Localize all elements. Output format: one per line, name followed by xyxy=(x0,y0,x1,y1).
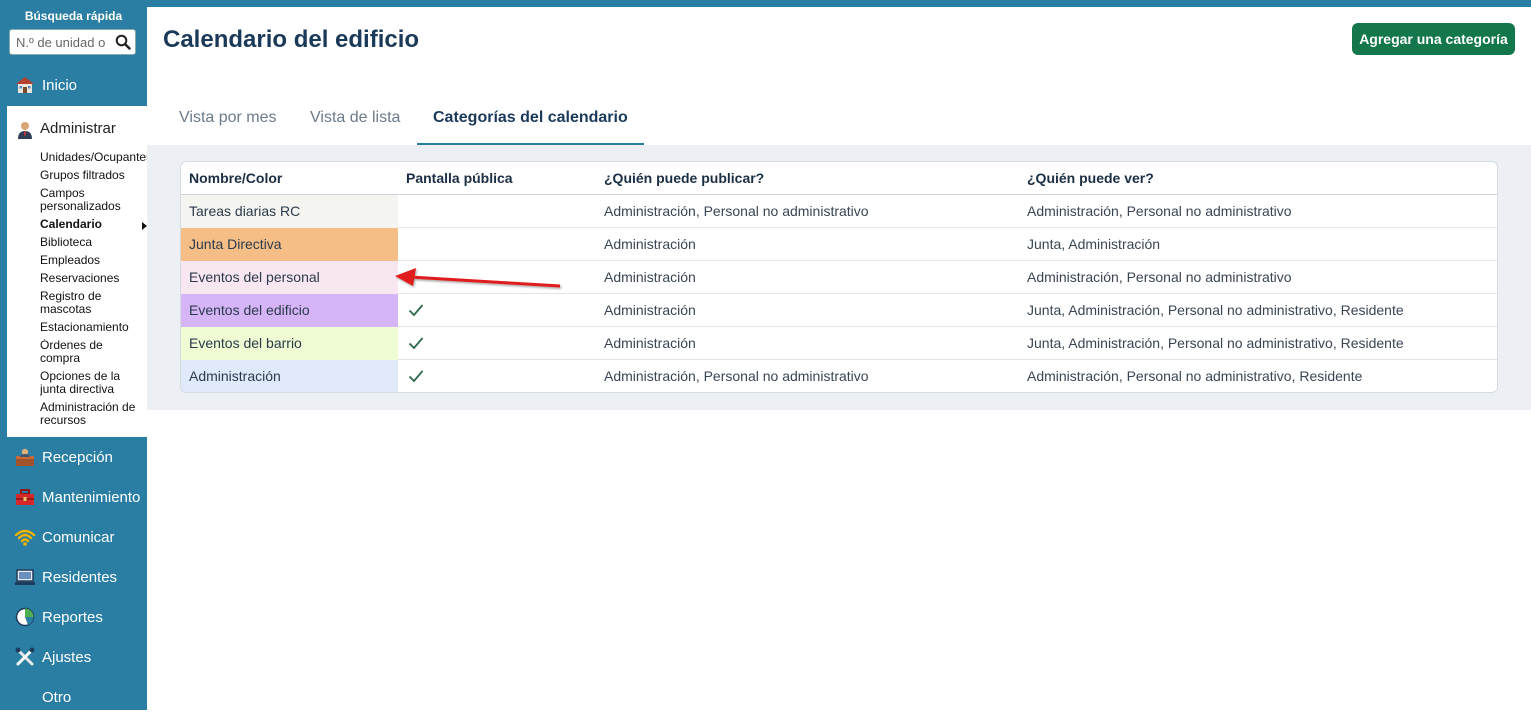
sidebar-item-label: Mantenimiento xyxy=(42,488,141,506)
sidebar-item-comunicar[interactable]: Comunicar xyxy=(0,522,147,552)
category-name-color-cell[interactable]: Tareas diarias RC xyxy=(181,195,398,228)
search-icon[interactable] xyxy=(115,34,131,50)
home-icon xyxy=(14,75,36,95)
sidebar-item-label: Recepción xyxy=(42,448,113,466)
who-can-publish-cell: Administración xyxy=(604,269,696,285)
add-category-button[interactable]: Agregar una categoría xyxy=(1352,23,1515,55)
who-can-publish-cell: Administración xyxy=(604,236,696,252)
submenu-item-opciones-junta[interactable]: Opciones de la junta directiva xyxy=(40,370,130,396)
category-name-color-cell[interactable]: Eventos del personal xyxy=(181,261,398,294)
sidebar-item-mantenimiento[interactable]: Mantenimiento xyxy=(0,482,147,512)
sidebar-item-label: Administrar xyxy=(40,120,116,137)
category-name-color-cell[interactable]: Junta Directiva xyxy=(181,228,398,261)
table-row[interactable]: Eventos del barrio Administración Junta, A… xyxy=(181,327,1497,360)
table-row[interactable]: Eventos del personal Administración Admini… xyxy=(181,261,1497,294)
submenu-item-empleados[interactable]: Empleados xyxy=(40,254,150,267)
sidebar-item-label: Comunicar xyxy=(42,528,115,546)
checkmark-icon xyxy=(408,370,424,383)
sidebar-item-administrar[interactable]: Administrar xyxy=(7,116,147,142)
table-header: Nombre/Color Pantalla pública ¿Quién pue… xyxy=(181,162,1497,195)
submenu-item-biblioteca[interactable]: Biblioteca xyxy=(40,236,150,249)
toolbox-icon xyxy=(14,487,36,507)
submenu-item-unidades[interactable]: Unidades/Ocupantes xyxy=(40,151,150,164)
column-header-quien-ve: ¿Quién puede ver? xyxy=(1027,170,1154,186)
quick-search-box xyxy=(9,29,136,55)
sidebar-item-inicio[interactable]: Inicio xyxy=(0,70,147,100)
submenu-item-registro-mascotas[interactable]: Registro de mascotas xyxy=(40,290,120,316)
sidebar: Búsqueda rápida Inicio xyxy=(0,0,150,712)
who-can-publish-cell: Administración, Personal no administrati… xyxy=(604,203,869,219)
tab-categorias-del-calendario[interactable]: Categorías del calendario xyxy=(417,96,644,145)
who-can-view-cell: Administración, Personal no administrati… xyxy=(1027,203,1292,219)
category-name-color-cell[interactable]: Eventos del barrio xyxy=(181,327,398,360)
quick-search-label: Búsqueda rápida xyxy=(24,9,123,23)
who-can-publish-cell: Administración xyxy=(604,335,696,351)
sidebar-item-label: Ajustes xyxy=(42,648,92,666)
category-name-color-cell[interactable]: Administración xyxy=(181,360,398,392)
column-header-quien-publica: ¿Quién puede publicar? xyxy=(604,170,765,186)
submenu-item-reservaciones[interactable]: Reservaciones xyxy=(40,272,150,285)
sidebar-item-ajustes[interactable]: Ajustes xyxy=(0,642,147,672)
sidebar-item-label: Inicio xyxy=(42,76,78,94)
sidebar-item-otro[interactable]: Otro xyxy=(0,682,147,712)
submenu-item-calendario[interactable]: Calendario xyxy=(40,218,150,231)
who-can-publish-cell: Administración, Personal no administrati… xyxy=(604,368,869,384)
who-can-view-cell: Administración, Personal no administrati… xyxy=(1027,269,1292,285)
table-row[interactable]: Administración Administración, Personal n… xyxy=(181,360,1497,392)
checkmark-icon xyxy=(408,337,424,350)
page-title: Calendario del edificio xyxy=(163,26,420,53)
who-can-view-cell: Junta, Administración xyxy=(1027,236,1161,252)
who-can-view-cell: Junta, Administración, Personal no admin… xyxy=(1027,335,1404,351)
admin-user-icon xyxy=(14,120,36,140)
table-row[interactable]: Junta Directiva Administración Junta, Admi… xyxy=(181,228,1497,261)
pie-chart-icon xyxy=(14,607,36,627)
submenu-item-ordenes-compra[interactable]: Órdenes de compra xyxy=(40,339,120,365)
admin-submenu-panel: Administrar Unidades/Ocupantes Grupos fi… xyxy=(7,106,150,437)
sidebar-item-label: Residentes xyxy=(42,568,118,586)
tools-icon xyxy=(14,647,36,667)
wifi-icon xyxy=(14,527,36,547)
tab-vista-por-mes[interactable]: Vista por mes xyxy=(179,96,277,145)
residents-icon xyxy=(14,567,36,587)
submenu-item-estacionamiento[interactable]: Estacionamiento xyxy=(40,321,150,334)
submenu-item-grupos-filtrados[interactable]: Grupos filtrados xyxy=(40,169,150,182)
who-can-publish-cell: Administración xyxy=(604,302,696,318)
who-can-view-cell: Junta, Administración, Personal no admin… xyxy=(1027,302,1404,318)
tab-vista-de-lista[interactable]: Vista de lista xyxy=(310,96,400,145)
column-header-nombre-color: Nombre/Color xyxy=(189,170,283,186)
submenu-item-administracion-recursos[interactable]: Administración de recursos xyxy=(40,401,140,427)
top-accent-bar xyxy=(0,0,1531,7)
sidebar-item-label: Reportes xyxy=(42,608,103,626)
who-can-view-cell: Administración, Personal no administrati… xyxy=(1027,368,1363,384)
sidebar-item-recepcion[interactable]: Recepción xyxy=(0,442,147,472)
sidebar-item-label: Otro xyxy=(42,688,72,706)
category-name-color-cell[interactable]: Eventos del edificio xyxy=(181,294,398,327)
sidebar-item-reportes[interactable]: Reportes xyxy=(0,602,147,632)
table-row[interactable]: Eventos del edificio Administración Junta,… xyxy=(181,294,1497,327)
checkmark-icon xyxy=(408,304,424,317)
quick-search-input[interactable] xyxy=(10,30,112,54)
column-header-pantalla-publica: Pantalla pública xyxy=(406,170,513,186)
table-row[interactable]: Tareas diarias RC Administración, Persona… xyxy=(181,195,1497,228)
front-desk-icon xyxy=(14,447,36,467)
sidebar-item-residentes[interactable]: Residentes xyxy=(0,562,147,592)
categories-table: Nombre/Color Pantalla pública ¿Quién pue… xyxy=(180,161,1498,393)
submenu-item-campos-personalizados[interactable]: Campos personalizados xyxy=(40,187,136,213)
